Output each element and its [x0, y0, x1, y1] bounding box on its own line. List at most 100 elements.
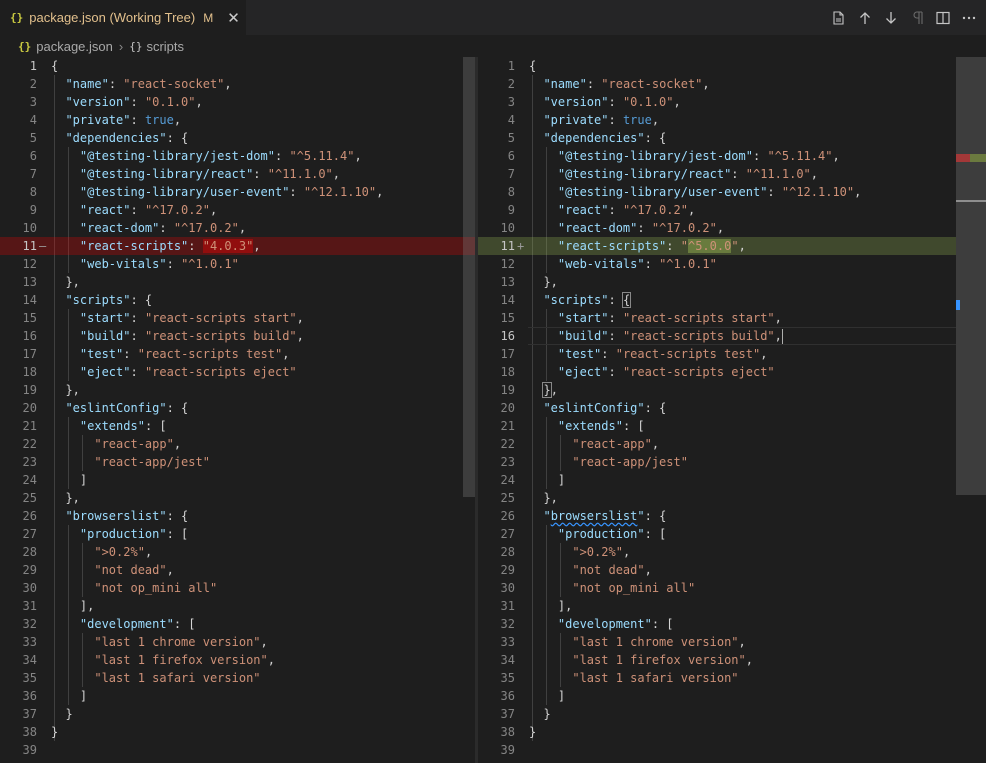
code-line[interactable]: 30 "not op_mini all" — [478, 579, 956, 597]
code-line[interactable]: 13 }, — [0, 273, 475, 291]
code-line[interactable]: 7 "@testing-library/react": "^11.1.0", — [0, 165, 475, 183]
code-line[interactable]: 37 } — [478, 705, 956, 723]
code-line[interactable]: 33 "last 1 chrome version", — [0, 633, 475, 651]
diff-overview-ruler[interactable] — [956, 57, 986, 763]
removed-line[interactable]: 11— "react-scripts": "4.0.3", — [0, 237, 475, 255]
code-line[interactable]: 25 }, — [478, 489, 956, 507]
code-line[interactable]: 34 "last 1 firefox version", — [0, 651, 475, 669]
code-line[interactable]: 28 ">0.2%", — [0, 543, 475, 561]
modified-editor-pane[interactable]: 1{ 2 "name": "react-socket", 3 "version"… — [478, 57, 956, 763]
code-line[interactable]: 26 "browserslist": { — [0, 507, 475, 525]
previous-change-icon[interactable] — [856, 9, 874, 27]
code-line[interactable]: 25 }, — [0, 489, 475, 507]
code-line[interactable]: 5 "dependencies": { — [0, 129, 475, 147]
code-line[interactable]: 39 — [0, 741, 475, 759]
breadcrumb-symbol[interactable]: scripts — [146, 39, 184, 54]
code-line[interactable]: 36 ] — [0, 687, 475, 705]
code-line[interactable]: 6 "@testing-library/jest-dom": "^5.11.4"… — [478, 147, 956, 165]
code-line[interactable]: 23 "react-app/jest" — [0, 453, 475, 471]
code-line[interactable]: 10 "react-dom": "^17.0.2", — [478, 219, 956, 237]
code-line[interactable]: 34 "last 1 firefox version", — [478, 651, 956, 669]
split-editor-icon[interactable] — [934, 9, 952, 27]
code-line[interactable]: 19 }, — [478, 381, 956, 399]
next-change-icon[interactable] — [882, 9, 900, 27]
code-line[interactable]: 3 "version": "0.1.0", — [0, 93, 475, 111]
code-line[interactable]: 19 }, — [0, 381, 475, 399]
added-line[interactable]: 11 + "react-scripts": "^5.0.0", — [478, 237, 956, 255]
code-line[interactable]: 12 "web-vitals": "^1.0.1" — [478, 255, 956, 273]
breadcrumb-file[interactable]: package.json — [36, 39, 113, 54]
code-line[interactable]: 37 } — [0, 705, 475, 723]
code-line[interactable]: 1{ — [0, 57, 475, 75]
open-file-icon[interactable] — [830, 9, 848, 27]
current-line[interactable]: 16 "build": "react-scripts build", — [478, 327, 956, 345]
code-line[interactable]: 31 ], — [478, 597, 956, 615]
more-actions-icon[interactable] — [960, 9, 978, 27]
close-tab-icon[interactable]: ✕ — [227, 9, 240, 27]
code-line[interactable]: 29 "not dead", — [478, 561, 956, 579]
right-scrollbar[interactable] — [944, 57, 956, 763]
show-whitespace-icon[interactable] — [908, 9, 926, 27]
code-line[interactable]: 7 "@testing-library/react": "^11.1.0", — [478, 165, 956, 183]
modified-badge: M — [203, 10, 214, 25]
code-line[interactable]: 33 "last 1 chrome version", — [478, 633, 956, 651]
code-line[interactable]: 16 "build": "react-scripts build", — [0, 327, 475, 345]
object-symbol-icon: {} — [129, 39, 143, 53]
code-line[interactable]: 38} — [0, 723, 475, 741]
code-line[interactable]: 29 "not dead", — [0, 561, 475, 579]
code-line[interactable]: 35 "last 1 safari version" — [478, 669, 956, 687]
tab-package-json[interactable]: {} package.json (Working Tree) M ✕ — [0, 0, 246, 35]
code-line[interactable]: 31 ], — [0, 597, 475, 615]
code-line[interactable]: 3 "version": "0.1.0", — [478, 93, 956, 111]
code-line[interactable]: 18 "eject": "react-scripts eject" — [0, 363, 475, 381]
code-line[interactable]: 22 "react-app", — [0, 435, 475, 453]
code-line[interactable]: 2 "name": "react-socket", — [0, 75, 475, 93]
code-line[interactable]: 24 ] — [478, 471, 956, 489]
code-line[interactable]: 10 "react-dom": "^17.0.2", — [0, 219, 475, 237]
code-line[interactable]: 21 "extends": [ — [0, 417, 475, 435]
code-line[interactable]: 35 "last 1 safari version" — [0, 669, 475, 687]
code-line[interactable]: 21 "extends": [ — [478, 417, 956, 435]
left-scrollbar[interactable] — [463, 57, 475, 497]
original-editor-pane[interactable]: 1{ 2 "name": "react-socket", 3 "version"… — [0, 57, 475, 763]
code-line[interactable]: 17 "test": "react-scripts test", — [0, 345, 475, 363]
code-line[interactable]: 20 "eslintConfig": { — [478, 399, 956, 417]
code-line[interactable]: 1{ — [478, 57, 956, 75]
matching-bracket: { — [621, 292, 632, 308]
code-line[interactable]: 8 "@testing-library/user-event": "^12.1.… — [0, 183, 475, 201]
code-line[interactable]: 18 "eject": "react-scripts eject" — [478, 363, 956, 381]
code-line[interactable]: 9 "react": "^17.0.2", — [0, 201, 475, 219]
code-line[interactable]: 23 "react-app/jest" — [478, 453, 956, 471]
code-line[interactable]: 27 "production": [ — [0, 525, 475, 543]
code-line[interactable]: 30 "not op_mini all" — [0, 579, 475, 597]
code-line[interactable]: 5 "dependencies": { — [478, 129, 956, 147]
code-line[interactable]: 12 "web-vitals": "^1.0.1" — [0, 255, 475, 273]
code-line[interactable]: 26 "browserslist": { — [478, 507, 956, 525]
code-line[interactable]: 2 "name": "react-socket", — [478, 75, 956, 93]
code-line[interactable]: 32 "development": [ — [0, 615, 475, 633]
code-line[interactable]: 39 — [478, 741, 956, 759]
overview-slider[interactable] — [956, 57, 986, 495]
code-line[interactable]: 13 }, — [478, 273, 956, 291]
code-line[interactable]: 8 "@testing-library/user-event": "^12.1.… — [478, 183, 956, 201]
tab-title: package.json (Working Tree) — [29, 10, 196, 25]
code-line[interactable]: 6 "@testing-library/jest-dom": "^5.11.4"… — [0, 147, 475, 165]
removed-value: "4.0.3" — [202, 239, 254, 253]
code-line[interactable]: 14 "scripts": { — [478, 291, 956, 309]
code-line[interactable]: 17 "test": "react-scripts test", — [478, 345, 956, 363]
code-line[interactable]: 28 ">0.2%", — [478, 543, 956, 561]
code-line[interactable]: 15 "start": "react-scripts start", — [0, 309, 475, 327]
code-line[interactable]: 20 "eslintConfig": { — [0, 399, 475, 417]
code-line[interactable]: 4 "private": true, — [478, 111, 956, 129]
code-line[interactable]: 32 "development": [ — [478, 615, 956, 633]
code-line[interactable]: 4 "private": true, — [0, 111, 475, 129]
code-line[interactable]: 9 "react": "^17.0.2", — [478, 201, 956, 219]
code-line[interactable]: 27 "production": [ — [478, 525, 956, 543]
warning-squiggle[interactable]: browserslist — [551, 509, 638, 523]
code-line[interactable]: 15 "start": "react-scripts start", — [478, 309, 956, 327]
code-line[interactable]: 22 "react-app", — [478, 435, 956, 453]
code-line[interactable]: 24 ] — [0, 471, 475, 489]
code-line[interactable]: 14 "scripts": { — [0, 291, 475, 309]
code-line[interactable]: 38} — [478, 723, 956, 741]
code-line[interactable]: 36 ] — [478, 687, 956, 705]
